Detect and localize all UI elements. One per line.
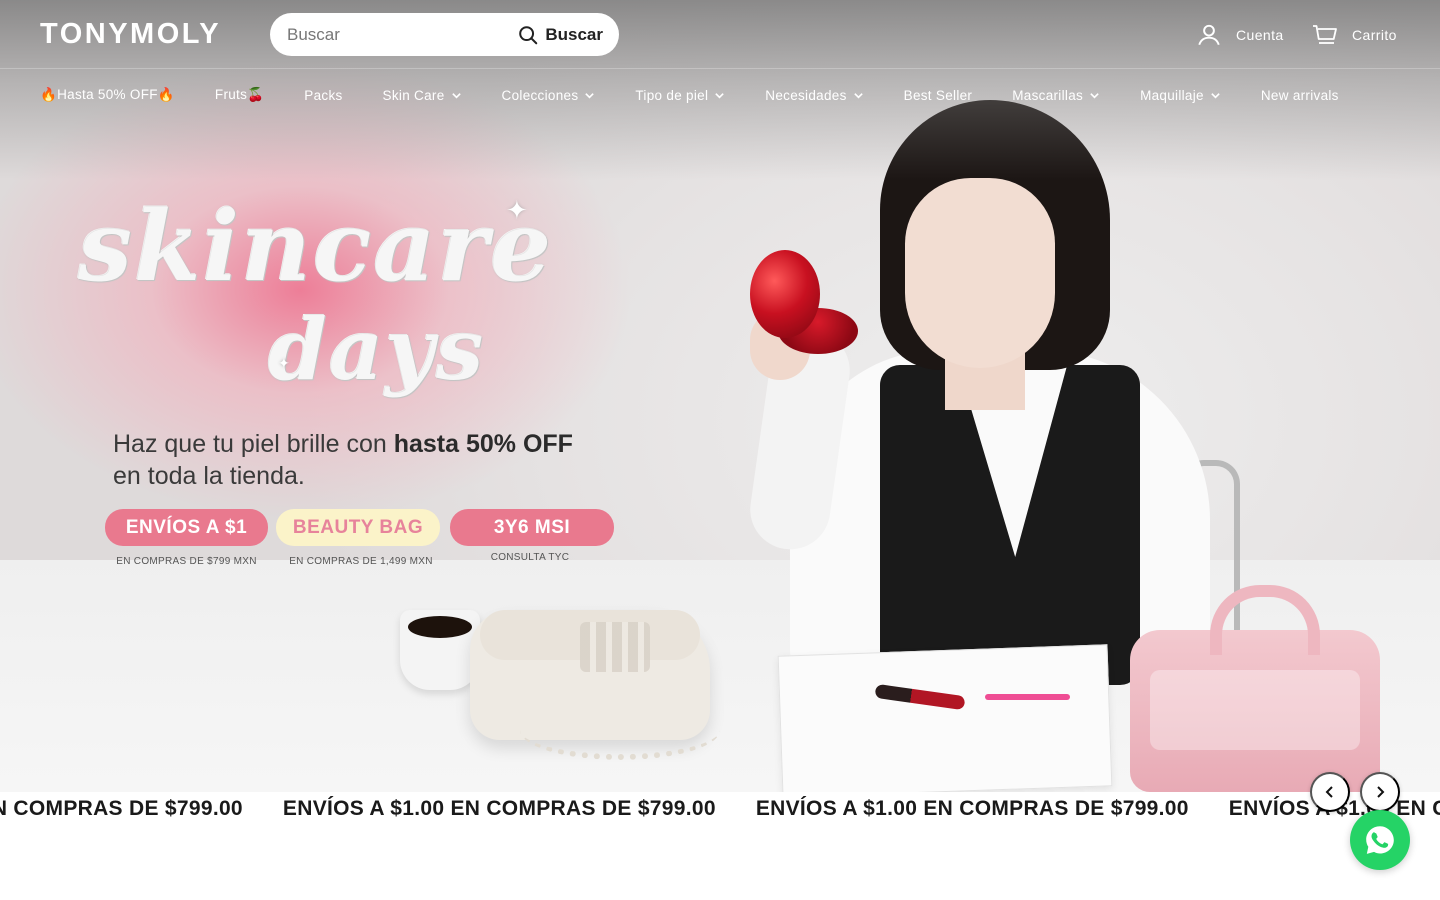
nav-item-label: Necesidades [765,87,847,103]
nav-item-sale[interactable]: 🔥Hasta 50% OFF🔥 [40,87,175,103]
nav-item-best-seller[interactable]: Best Seller [904,88,973,103]
nav-item-packs[interactable]: Packs [304,88,342,103]
nav-item-label: Mascarillas [1012,87,1084,103]
hero-banner[interactable]: skincare days ✦ ✦ Haz que tu piel brille… [0,0,1440,792]
pencil-image [985,694,1070,700]
nav-item-label: Skin Care [382,87,445,103]
hero-headline-part-2: en toda la tienda. [113,462,305,490]
whatsapp-chat-button[interactable] [1350,810,1410,870]
nav-item-mascarillas[interactable]: Mascarillas [1012,88,1100,103]
user-icon [1198,24,1220,46]
slider-next-button[interactable] [1360,772,1400,812]
sparkle-icon: ✦ [278,355,290,371]
promo-badge-shipping: ENVÍOS A $1 [105,509,268,546]
search-icon [519,25,538,44]
promo-badge-msi: 3Y6 MSI [450,509,614,546]
account-label: Cuenta [1236,27,1284,43]
site-logo[interactable]: TONYMOLY [40,18,221,51]
hero-headline: Haz que tu piel brille con hasta 50% OFF… [113,428,593,492]
hero-script-line-1: skincare [78,190,554,303]
promo-sub-msi: CONSULTA TYC [490,552,570,563]
search-input[interactable] [287,24,518,45]
main-nav: 🔥Hasta 50% OFF🔥 Fruts🍒 Packs Skin Care C… [40,86,1339,104]
phone-cord-image [520,700,720,760]
promo-sub-beauty-bag: EN COMPRAS DE 1,499 MXN [289,556,433,567]
promo-sub-shipping: EN COMPRAS DE $799 MXN [116,556,257,567]
hero-headline-bold: hasta 50% OFF [393,430,573,458]
promo-badge-beauty-bag: BEAUTY BAG [276,509,440,546]
marquee-item: ENVÍOS A $1.00 EN COMPRAS DE $799.00 [0,797,243,820]
chevron-left-icon [1325,786,1333,798]
sparkle-icon: ✦ [506,195,528,225]
cushion-compact-image [750,250,858,360]
chevron-down-icon [853,92,863,99]
nav-item-label: Fruts🍒 [214,87,265,102]
nav-item-label: Tipo de piel [635,87,709,103]
hero-script-line-2: days [268,300,486,399]
nav-item-fruts[interactable]: Fruts🍒 [215,87,264,103]
hero-headline-part-1: Haz que tu piel brille con [113,430,394,458]
nav-item-colecciones[interactable]: Colecciones [502,88,596,103]
account-link[interactable]: Cuenta [1196,22,1284,48]
nav-item-tipo-de-piel[interactable]: Tipo de piel [635,88,725,103]
marquee-track: ENVÍOS A $1.00 EN COMPRAS DE $799.00 ENV… [0,797,1440,821]
marquee-item: ENVÍOS A $1.00 EN COMPRAS DE $799.00 [755,797,1189,820]
search-form: Buscar [270,13,619,56]
marquee-item: ENVÍOS A $1.00 EN COMPRAS DE $799.00 [282,797,716,820]
nav-item-label: 🔥Hasta 50% OFF🔥 [40,87,175,102]
nav-item-label: New arrivals [1260,87,1339,103]
search-button[interactable]: Buscar [517,24,603,46]
nav-item-label: Best Seller [903,87,973,103]
nav-item-label: Colecciones [501,87,579,103]
notebook-image [777,644,1113,792]
beauty-bag-image [1130,585,1380,792]
chevron-down-icon [1211,92,1220,99]
chevron-right-icon [1377,786,1385,798]
header-divider [0,68,1440,69]
announcement-marquee: ENVÍOS A $1.00 EN COMPRAS DE $799.00 ENV… [0,792,1440,828]
cart-link[interactable]: Carrito [1312,22,1397,48]
cart-label: Carrito [1352,27,1397,43]
coffee-cup-image [400,610,480,690]
slider-prev-button[interactable] [1310,772,1350,812]
cart-icon [1313,25,1337,44]
chevron-down-icon [451,92,461,99]
nav-item-skin-care[interactable]: Skin Care [383,88,462,103]
nav-item-label: Packs [304,87,343,103]
chevron-down-icon [585,92,595,99]
search-button-label: Buscar [545,24,603,44]
nav-item-maquillaje[interactable]: Maquillaje [1140,88,1221,103]
nav-item-label: Maquillaje [1140,87,1204,103]
nav-item-necesidades[interactable]: Necesidades [765,88,863,103]
hero-script-title: skincare days ✦ ✦ [78,150,551,420]
whatsapp-icon [1366,826,1394,854]
chevron-down-icon [1090,92,1099,99]
nav-item-new-arrivals[interactable]: New arrivals [1261,88,1339,103]
chevron-down-icon [715,92,725,99]
